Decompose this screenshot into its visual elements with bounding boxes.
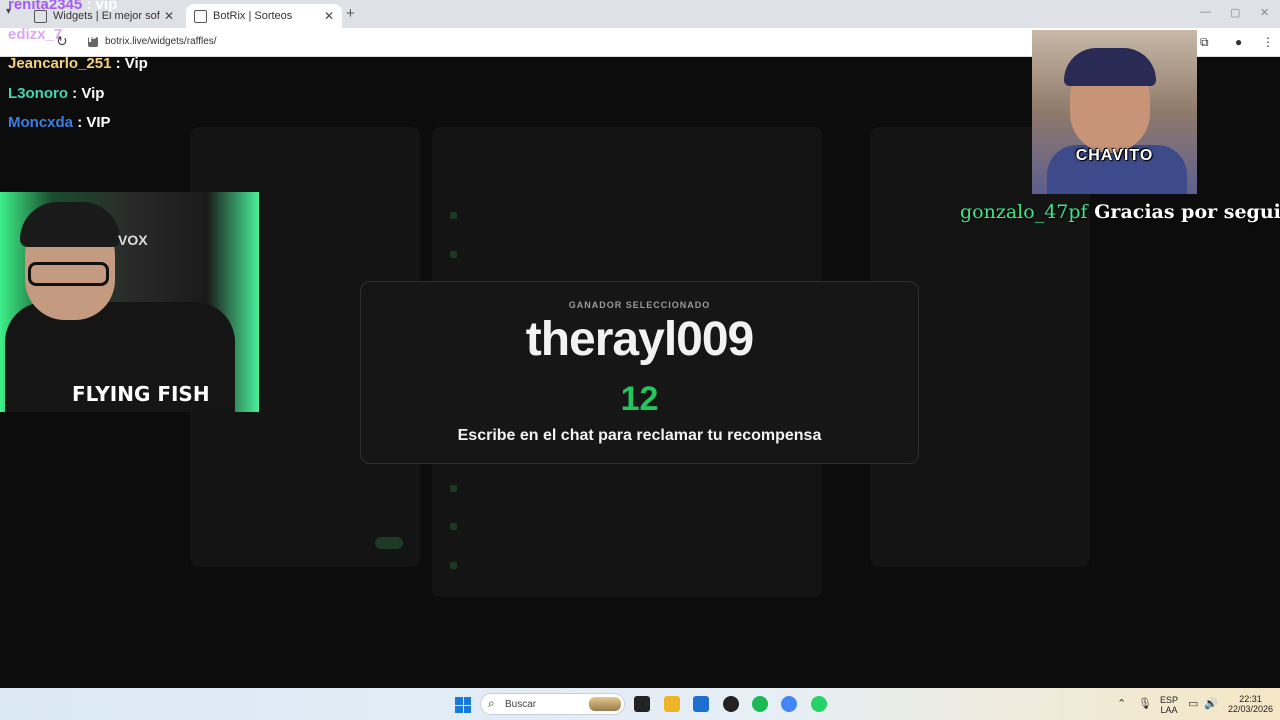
microphone-icon[interactable]: 🎙 <box>1138 697 1152 710</box>
extensions-icon[interactable]: ⧉ <box>1200 35 1209 50</box>
volume-icon[interactable]: 🔊 <box>1204 697 1218 710</box>
search-highlight-image <box>589 697 621 711</box>
new-tab-icon[interactable]: + <box>346 5 355 22</box>
chat-line: Jeancarlo_251 : Vip <box>8 55 148 72</box>
alert-message: Gracias por seguirme!! <box>1094 201 1280 223</box>
chat-line: L3onoro : Vip <box>8 85 104 102</box>
network-icon[interactable]: ▭ <box>1188 697 1198 710</box>
alert-username: gonzalo_47pf <box>960 201 1088 223</box>
store-icon[interactable] <box>693 696 709 712</box>
chat-username: edizx_7 <box>8 26 63 43</box>
chat-line: edizx_7 : vip <box>8 26 97 43</box>
url-field[interactable]: botrix.live/widgets/raffles/ <box>105 36 217 47</box>
alert-image-label: CHAVITO <box>1075 147 1154 164</box>
close-window-icon[interactable]: ✕ <box>1260 6 1269 19</box>
webcam-glasses <box>28 262 109 286</box>
profile-avatar[interactable]: ● <box>1235 35 1242 49</box>
participant-dot <box>450 251 457 258</box>
chair-brand: VOX <box>118 232 148 248</box>
keyboard-layout: LAA <box>1160 705 1178 715</box>
task-view-icon[interactable] <box>634 696 650 712</box>
chat-message: : vip <box>86 0 118 13</box>
close-icon[interactable]: ✕ <box>164 9 174 23</box>
tab-title: BotRix | Sorteos <box>213 10 293 22</box>
chrome-icon[interactable] <box>781 696 797 712</box>
favicon-icon <box>194 9 207 23</box>
clock-time: 22:31 <box>1239 694 1262 704</box>
alert-cap <box>1064 48 1156 86</box>
chat-username: renita2345 <box>8 0 83 13</box>
language-code: ESP <box>1160 695 1179 705</box>
menu-icon[interactable]: ⋮ <box>1262 35 1274 49</box>
taskbar: ⌕ Buscar ⌃ 🎙 ESP LAA ▭ 🔊 22:31 22/03/202… <box>0 688 1280 720</box>
follow-alert-image: CHAVITO <box>1032 30 1197 194</box>
search-placeholder: Buscar <box>505 699 537 710</box>
maximize-icon[interactable]: ▢ <box>1230 6 1240 19</box>
winner-label: GANADOR SELECCIONADO <box>568 300 711 310</box>
webcam-hair <box>20 202 120 247</box>
chat-message: : VIP <box>77 114 111 131</box>
participant-dot <box>450 523 457 530</box>
participant-dot <box>450 212 457 219</box>
chat-message: : Vip <box>115 55 148 72</box>
file-explorer-icon[interactable] <box>664 696 680 712</box>
webcam-feed: VOX FLYING FISH <box>0 192 259 412</box>
language-indicator[interactable]: ESP LAA <box>1160 695 1178 715</box>
chat-message: : vip <box>66 26 98 43</box>
tab-botrix-sorteos[interactable]: BotRix | Sorteos ✕ <box>186 4 342 28</box>
chat-username: Moncxda <box>8 114 74 131</box>
chat-username: Jeancarlo_251 <box>8 55 112 72</box>
chat-line: renita2345 : vip <box>8 0 117 13</box>
winner-modal: GANADOR SELECCIONADO therayl009 12 Escri… <box>360 281 919 464</box>
windows-start-icon[interactable] <box>455 697 471 713</box>
obs-icon[interactable] <box>723 696 739 712</box>
shirt-print: FLYING FISH <box>72 382 210 406</box>
toggle-switch[interactable] <box>375 537 403 549</box>
participant-dot <box>450 485 457 492</box>
minimize-icon[interactable]: — <box>1200 6 1211 18</box>
search-icon: ⌕ <box>488 696 495 710</box>
chat-username: L3onoro <box>8 85 68 102</box>
browser-tab-bar: ▾ Widgets | El mejor software pa ✕ BotRi… <box>0 0 1280 28</box>
clock-date: 22/03/2026 <box>1228 704 1274 714</box>
clock[interactable]: 22:31 22/03/2026 <box>1228 694 1273 714</box>
taskbar-search[interactable]: ⌕ Buscar <box>480 693 625 715</box>
close-icon[interactable]: ✕ <box>324 9 334 23</box>
chat-message: : Vip <box>72 85 105 102</box>
follow-alert-text: gonzalo_47pf Gracias por seguirme!! <box>960 201 1280 223</box>
chat-line: Moncxda : VIP <box>8 114 111 131</box>
countdown: 12 <box>620 380 659 418</box>
chevron-up-icon[interactable]: ⌃ <box>1117 697 1126 710</box>
winner-name: therayl009 <box>525 313 755 366</box>
spotify-icon[interactable] <box>752 696 768 712</box>
whatsapp-icon[interactable] <box>811 696 827 712</box>
participant-dot <box>450 562 457 569</box>
winner-instruction: Escribe en el chat para reclamar tu reco… <box>457 427 822 444</box>
